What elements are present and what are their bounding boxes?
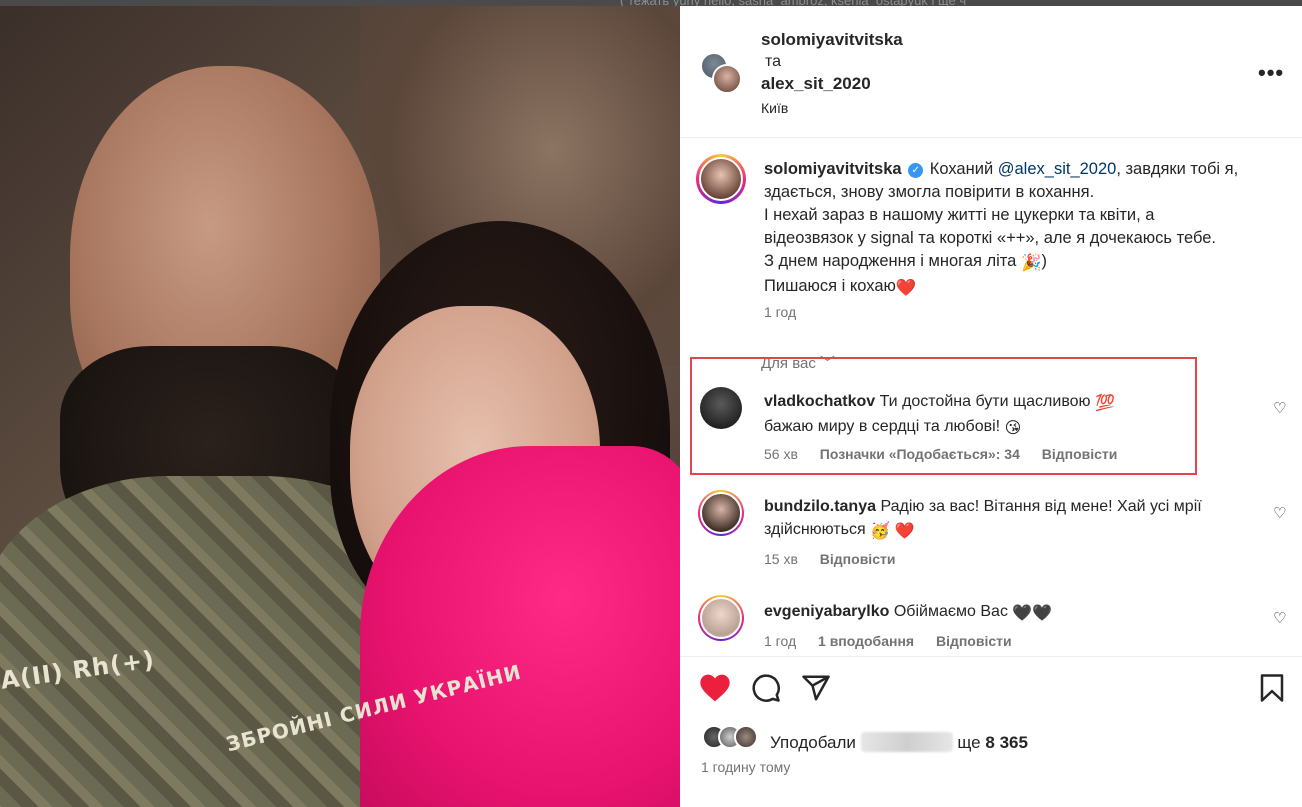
caption-line5-end: )	[1041, 252, 1047, 270]
likes-suffix: ще	[957, 733, 981, 752]
red-heart-emoji-2: ❤️	[894, 523, 915, 540]
comment-1-line-1: Ти достойна бути щасливою	[879, 393, 1091, 410]
comment-1-meta: 56 хв Позначки «Подобається»: 34 Відпові…	[764, 446, 1135, 462]
collab-avatars[interactable]	[700, 52, 744, 96]
kiss-emoji: 😘	[1004, 420, 1022, 437]
caption-prefix: Коханий	[929, 160, 998, 178]
comment-2-line-2: здійснюються	[764, 521, 866, 538]
blurred-username	[860, 732, 953, 752]
caption-line-2: здається, знову змогла повірити в коханн…	[764, 183, 1095, 201]
share-icon[interactable]	[801, 673, 831, 703]
post-caption: solomiyavitvitska ✓ Коханий @alex_sit_20…	[764, 158, 1284, 300]
comment-avatar-evgeniyabarylko[interactable]	[698, 595, 744, 641]
post-photo[interactable]: A(II) Rh(+) ЗБРОЙНІ СИЛИ УКРАЇНИ	[0, 6, 680, 807]
comment-2-text: bundzilo.tanya Радію за вас! Вітання від…	[764, 495, 1234, 543]
comment-2-time[interactable]: 15 хв	[764, 551, 798, 567]
comment-3-time[interactable]: 1 год	[764, 633, 796, 649]
comment-3-likes[interactable]: 1 вподобання	[818, 633, 914, 649]
comment-1-likes[interactable]: Позначки «Подобається»: 34	[820, 446, 1020, 462]
header-username-1[interactable]: solomiyavitvitska	[761, 30, 903, 50]
caption-line-3: І нехай зараз в нашому житті не цукерки …	[764, 206, 1155, 224]
heart-filled-icon[interactable]	[699, 673, 731, 703]
caption-avatar[interactable]	[696, 154, 746, 204]
comment-2-username[interactable]: bundzilo.tanya	[764, 498, 876, 515]
comment-icon[interactable]	[751, 673, 781, 703]
post-side-panel: solomiyavitvitska та alex_sit_2020 Київ …	[680, 6, 1302, 807]
comment-2-like-heart-icon[interactable]: ♡	[1273, 504, 1286, 522]
red-heart-emoji: ❤️	[895, 279, 917, 297]
likes-count[interactable]: 8 365	[985, 733, 1028, 752]
caption-mention-link[interactable]: @alex_sit_2020	[998, 160, 1117, 178]
likes-summary[interactable]: Уподобали ще 8 365	[770, 732, 1028, 753]
comment-1-time[interactable]: 56 хв	[764, 446, 798, 462]
header-and-label: та	[765, 53, 782, 70]
comment-3-text: evgeniyabarylko Обіймаємо Вас 🖤🖤	[764, 600, 1234, 625]
comment-3-username[interactable]: evgeniyabarylko	[764, 603, 889, 620]
likes-prefix: Уподобали	[770, 733, 856, 752]
avatar-solomiya[interactable]	[712, 64, 742, 94]
caption-line-4: відеозвязок у signal та короткі «++», ал…	[764, 229, 1216, 247]
header-username-2[interactable]: alex_sit_2020	[761, 74, 871, 94]
comment-avatar-vladkochatkov[interactable]	[700, 387, 742, 429]
comment-1-line-2: бажаю миру в сердці та любові!	[764, 418, 1001, 435]
post-header: solomiyavitvitska та alex_sit_2020 Київ …	[680, 6, 1302, 138]
hundred-points-emoji: 💯	[1095, 395, 1115, 412]
caption-timestamp[interactable]: 1 год	[764, 304, 796, 320]
comment-avatar-bundzilo[interactable]	[698, 490, 744, 536]
black-hearts-emoji: 🖤🖤	[1012, 605, 1053, 622]
comment-1-username[interactable]: vladkochatkov	[764, 393, 875, 410]
comment-1-reply-button[interactable]: Відповісти	[1042, 446, 1118, 462]
party-popper-emoji: 🎉	[1020, 254, 1042, 272]
comment-3-meta: 1 год 1 вподобання Відповісти	[764, 633, 1030, 649]
comment-2-reply-button[interactable]: Відповісти	[820, 551, 896, 567]
caption-line1-rest: , завдяки тобі я,	[1116, 160, 1239, 178]
comment-3-reply-button[interactable]: Відповісти	[936, 633, 1012, 649]
comment-2-line-1: Радію за вас! Вітання від мене! Хай усі …	[880, 498, 1202, 515]
more-options-icon[interactable]: •••	[1258, 60, 1284, 86]
liker-avatar-3	[734, 725, 758, 749]
caption-username[interactable]: solomiyavitvitska	[764, 160, 902, 178]
bookmark-icon[interactable]	[1259, 673, 1285, 703]
comment-1-like-heart-icon[interactable]: ♡	[1273, 399, 1286, 417]
verified-badge-icon: ✓	[908, 163, 924, 178]
caption-line-6: Пишаюся і кохаю	[764, 277, 896, 295]
comment-2-meta: 15 хв Відповісти	[764, 551, 913, 567]
comment-3-line-1: Обіймаємо Вас	[893, 603, 1008, 620]
post-timestamp[interactable]: 1 годину тому	[701, 759, 790, 775]
comment-1-text: vladkochatkov Ти достойна бути щасливою …	[764, 390, 1234, 440]
header-location[interactable]: Київ	[761, 100, 788, 116]
comment-3-like-heart-icon[interactable]: ♡	[1273, 609, 1286, 627]
partying-face-emoji: 🥳	[870, 523, 890, 540]
caption-line-5: З днем народження і многая літа	[764, 252, 1017, 270]
